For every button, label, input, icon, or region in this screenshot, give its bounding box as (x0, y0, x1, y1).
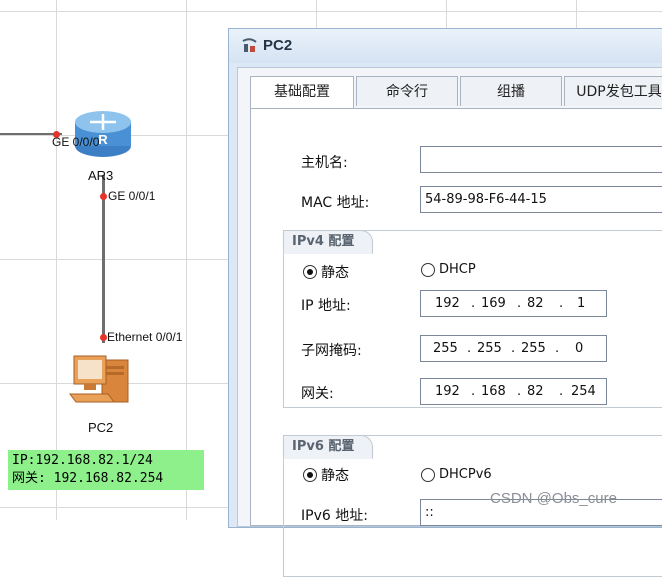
ip-dot: . (517, 296, 522, 311)
port-dot-ge001 (100, 193, 107, 200)
mask-dot: . (555, 341, 560, 356)
gw-octet-4: 254 (571, 384, 596, 399)
mask-dot: . (467, 341, 472, 356)
ipv6-static-radio[interactable]: 静态 (303, 465, 349, 485)
ip-octet-3: 82 (527, 296, 544, 311)
pc-name: PC2 (88, 420, 114, 435)
port-dot-eth001 (100, 334, 107, 341)
ipv4-group-title: IPv4 配置 (283, 230, 374, 254)
mask-label: 子网掩码: (301, 343, 362, 359)
ipv4-dhcp-label: DHCP (439, 262, 476, 277)
window-titlebar[interactable]: PC2 (229, 29, 662, 63)
ip-address-input[interactable]: 192 . 169 . 82 . 1 (420, 290, 607, 317)
ensp-app-icon (241, 38, 259, 58)
ip-octet-2: 169 (481, 296, 506, 311)
gw-octet-1: 192 (435, 384, 460, 399)
hostname-label: 主机名: (301, 155, 348, 171)
ipv6-static-label: 静态 (321, 468, 349, 484)
tab-udp-tool[interactable]: UDP发包工具 (564, 76, 662, 106)
window-client: 基础配置 命令行 组播 UDP发包工具 主机名: MAC 地址: 54-89-9… (237, 67, 662, 577)
router-ar3-icon[interactable]: R (72, 100, 134, 162)
radio-unchecked-icon (421, 467, 435, 482)
gateway-label: 网关: (301, 386, 334, 402)
gw-dot: . (471, 384, 476, 399)
radio-checked-icon (303, 468, 317, 482)
radio-checked-icon (303, 265, 317, 279)
ip-dot: . (471, 296, 476, 311)
ipv4-static-label: 静态 (321, 265, 349, 281)
window-title: PC2 (263, 37, 293, 54)
router-name: AR3 (88, 168, 114, 183)
ip-octet-1: 192 (435, 296, 460, 311)
pc2-icon[interactable] (68, 350, 136, 412)
ip-dot: . (559, 296, 564, 311)
pc-note-ip: IP:192.168.82.1/24 (12, 453, 153, 468)
ipv6-dhcp-radio[interactable]: DHCPv6 (421, 467, 492, 482)
tab-command-line[interactable]: 命令行 (356, 76, 458, 106)
pc2-config-window[interactable]: PC2 基础配置 命令行 组播 UDP发包工具 主机名: MAC 地址: 54-… (228, 28, 662, 577)
gw-octet-3: 82 (527, 384, 544, 399)
port-label-ge000: GE 0/0/0 (52, 135, 100, 149)
mac-input[interactable]: 54-89-98-F6-44-15 (420, 186, 662, 213)
basic-config-panel: 主机名: MAC 地址: 54-89-98-F6-44-15 IPv4 配置 静… (250, 108, 662, 577)
port-label-ge001: GE 0/0/1 (108, 189, 156, 203)
tab-multicast[interactable]: 组播 (460, 76, 562, 106)
gw-dot: . (559, 384, 564, 399)
mask-octet-2: 255 (477, 341, 502, 356)
hostname-input[interactable] (420, 146, 662, 173)
tab-basic-config[interactable]: 基础配置 (250, 76, 354, 109)
port-label-eth001: Ethernet 0/0/1 (107, 330, 183, 344)
gw-dot: . (517, 384, 522, 399)
ipv4-static-radio[interactable]: 静态 (303, 262, 349, 282)
ipv6-label: IPv6 地址: (301, 508, 368, 524)
subnet-mask-input[interactable]: 255 . 255 . 255 . 0 (420, 335, 607, 362)
mac-label: MAC 地址: (301, 195, 370, 211)
gw-octet-2: 168 (481, 384, 506, 399)
link-ar3-pc2[interactable] (102, 175, 105, 343)
ipv6-dhcp-label: DHCPv6 (439, 467, 492, 482)
mask-octet-3: 255 (521, 341, 546, 356)
ip-label: IP 地址: (301, 298, 351, 314)
mask-octet-1: 255 (433, 341, 458, 356)
ip-octet-4: 1 (577, 296, 586, 311)
pc-note-gateway: 网关: 192.168.82.254 (12, 471, 164, 486)
svg-text:R: R (98, 132, 108, 147)
pc-note[interactable]: IP:192.168.82.1/24 网关: 192.168.82.254 (8, 450, 204, 490)
watermark: CSDN @Obs_cure (490, 490, 617, 507)
ipv4-dhcp-radio[interactable]: DHCP (421, 262, 476, 277)
mask-dot: . (511, 341, 516, 356)
mask-octet-4: 0 (575, 341, 584, 356)
radio-unchecked-icon (421, 262, 435, 277)
ipv6-group-title: IPv6 配置 (283, 435, 374, 459)
gateway-input[interactable]: 192 . 168 . 82 . 254 (420, 378, 607, 405)
